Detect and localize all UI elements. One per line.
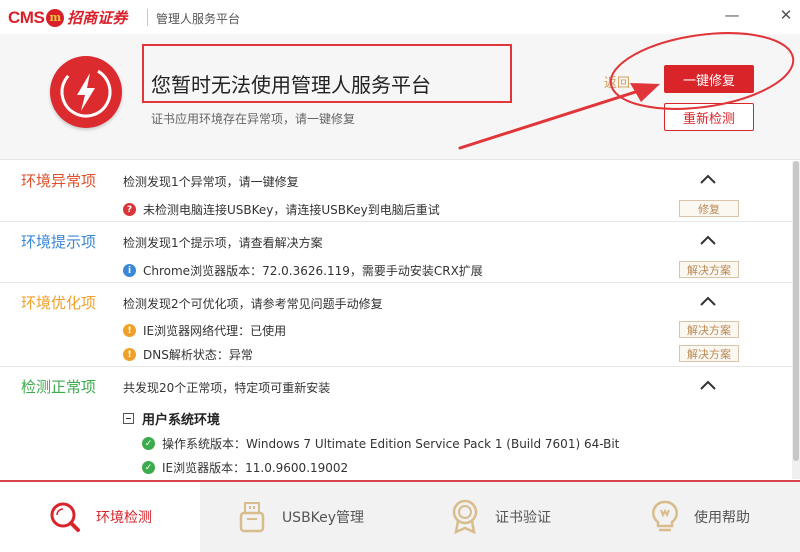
- lightning-icon: [50, 56, 122, 128]
- minimize-button[interactable]: —: [719, 4, 745, 26]
- cms-logo: CMS m 招商证券: [8, 7, 127, 28]
- bottom-tab-bar: 环境检测 USBKey管理 证书验证 使用帮助: [0, 480, 800, 552]
- section-optimize: 环境优化项 检测发现2个可优化项，请参考常见问题手动修复 ! IE浏览器网络代理…: [0, 283, 792, 367]
- check-results-list: 环境异常项 检测发现1个异常项，请一键修复 ? 未检测电脑连接USBKey，请连…: [0, 161, 792, 479]
- status-headline: 您暂时无法使用管理人服务平台: [151, 73, 431, 97]
- item-text: IE浏览器网络代理：已使用: [143, 324, 287, 338]
- section-summary: 检测发现1个异常项，请一键修复: [123, 175, 299, 189]
- list-item: ? 未检测电脑连接USBKey，请连接USBKey到电脑后重试: [123, 201, 440, 218]
- tab-usbkey-management[interactable]: USBKey管理: [200, 482, 400, 552]
- item-text: 未检测电脑连接USBKey，请连接USBKey到电脑后重试: [143, 203, 440, 217]
- list-item: ! IE浏览器网络代理：已使用: [123, 322, 286, 339]
- check-icon: ✓: [142, 437, 155, 450]
- list-item: i Chrome浏览器版本：72.0.3626.119，需要手动安装CRX扩展: [123, 262, 483, 279]
- group-header-user-env[interactable]: 用户系统环境: [123, 409, 220, 428]
- item-text: DNS解析状态：异常: [143, 348, 253, 362]
- title-separator: [147, 9, 148, 26]
- section-hint: 环境提示项 检测发现1个提示项，请查看解决方案 i Chrome浏览器版本：72…: [0, 222, 792, 283]
- section-normal: 检测正常项 共发现20个正常项，特定项可重新安装 用户系统环境 ✓ 操作系统版本…: [0, 367, 792, 479]
- magnifier-icon: [50, 502, 80, 532]
- tab-label: 使用帮助: [694, 510, 750, 526]
- certificate-icon: [452, 499, 478, 535]
- chevron-up-icon[interactable]: [697, 378, 719, 392]
- back-link[interactable]: 返回: [604, 72, 630, 91]
- scroll-thumb[interactable]: [793, 161, 799, 461]
- status-header: 您暂时无法使用管理人服务平台 证书应用环境存在异常项，请一键修复 返回 一键修复…: [0, 34, 800, 160]
- tab-help[interactable]: 使用帮助: [600, 482, 800, 552]
- solution-button[interactable]: 解决方案: [679, 345, 739, 362]
- item-text: IE浏览器版本：11.0.9600.19002: [162, 461, 349, 475]
- tab-environment-check[interactable]: 环境检测: [0, 482, 200, 552]
- one-click-repair-button[interactable]: 一键修复: [664, 65, 754, 93]
- chevron-up-icon[interactable]: [697, 294, 719, 308]
- app-title: 管理人服务平台: [156, 12, 241, 26]
- solution-button[interactable]: 解决方案: [679, 321, 739, 338]
- item-text: Chrome浏览器版本：72.0.3626.119，需要手动安装CRX扩展: [143, 264, 483, 278]
- warning-icon: !: [123, 348, 136, 361]
- section-summary: 共发现20个正常项，特定项可重新安装: [123, 381, 331, 395]
- status-subline: 证书应用环境存在异常项，请一键修复: [151, 112, 356, 126]
- group-label: 用户系统环境: [142, 413, 221, 428]
- title-bar: CMS m 招商证券 管理人服务平台 — ✕: [0, 0, 800, 34]
- repair-item-button[interactable]: 修复: [679, 200, 739, 217]
- usb-key-icon: [239, 502, 265, 533]
- recheck-button[interactable]: 重新检测: [664, 103, 754, 131]
- chevron-up-icon[interactable]: [697, 233, 719, 247]
- check-icon: ✓: [142, 461, 155, 474]
- logo-company-name: 招商证券: [67, 9, 128, 27]
- section-title: 检测正常项: [21, 378, 97, 396]
- tab-label: 证书验证: [495, 510, 551, 526]
- chevron-up-icon[interactable]: [697, 172, 719, 186]
- lightbulb-icon: [652, 500, 678, 532]
- list-item: ✓ IE浏览器版本：11.0.9600.19002: [142, 459, 348, 476]
- list-item: ✓ 操作系统版本：Windows 7 Ultimate Edition Serv…: [142, 435, 619, 452]
- info-icon: i: [123, 264, 136, 277]
- section-summary: 检测发现1个提示项，请查看解决方案: [123, 236, 323, 250]
- tab-certificate-verify[interactable]: 证书验证: [400, 482, 600, 552]
- collapse-icon[interactable]: [123, 413, 134, 424]
- warning-icon: !: [123, 324, 136, 337]
- solution-button[interactable]: 解决方案: [679, 261, 739, 278]
- tab-label: USBKey管理: [281, 510, 365, 526]
- tab-label: 环境检测: [96, 510, 152, 526]
- error-icon: ?: [123, 203, 136, 216]
- scrollbar[interactable]: [792, 161, 800, 479]
- logo-badge-icon: m: [46, 8, 65, 27]
- section-abnormal: 环境异常项 检测发现1个异常项，请一键修复 ? 未检测电脑连接USBKey，请连…: [0, 161, 792, 222]
- section-title: 环境异常项: [21, 172, 97, 190]
- list-item: ! DNS解析状态：异常: [123, 346, 253, 363]
- logo-cms-text: CMS: [8, 7, 45, 27]
- item-text: 操作系统版本：Windows 7 Ultimate Edition Servic…: [162, 437, 620, 451]
- section-title: 环境优化项: [21, 294, 97, 312]
- section-summary: 检测发现2个可优化项，请参考常见问题手动修复: [123, 297, 383, 311]
- close-button[interactable]: ✕: [773, 4, 799, 26]
- section-title: 环境提示项: [21, 233, 97, 251]
